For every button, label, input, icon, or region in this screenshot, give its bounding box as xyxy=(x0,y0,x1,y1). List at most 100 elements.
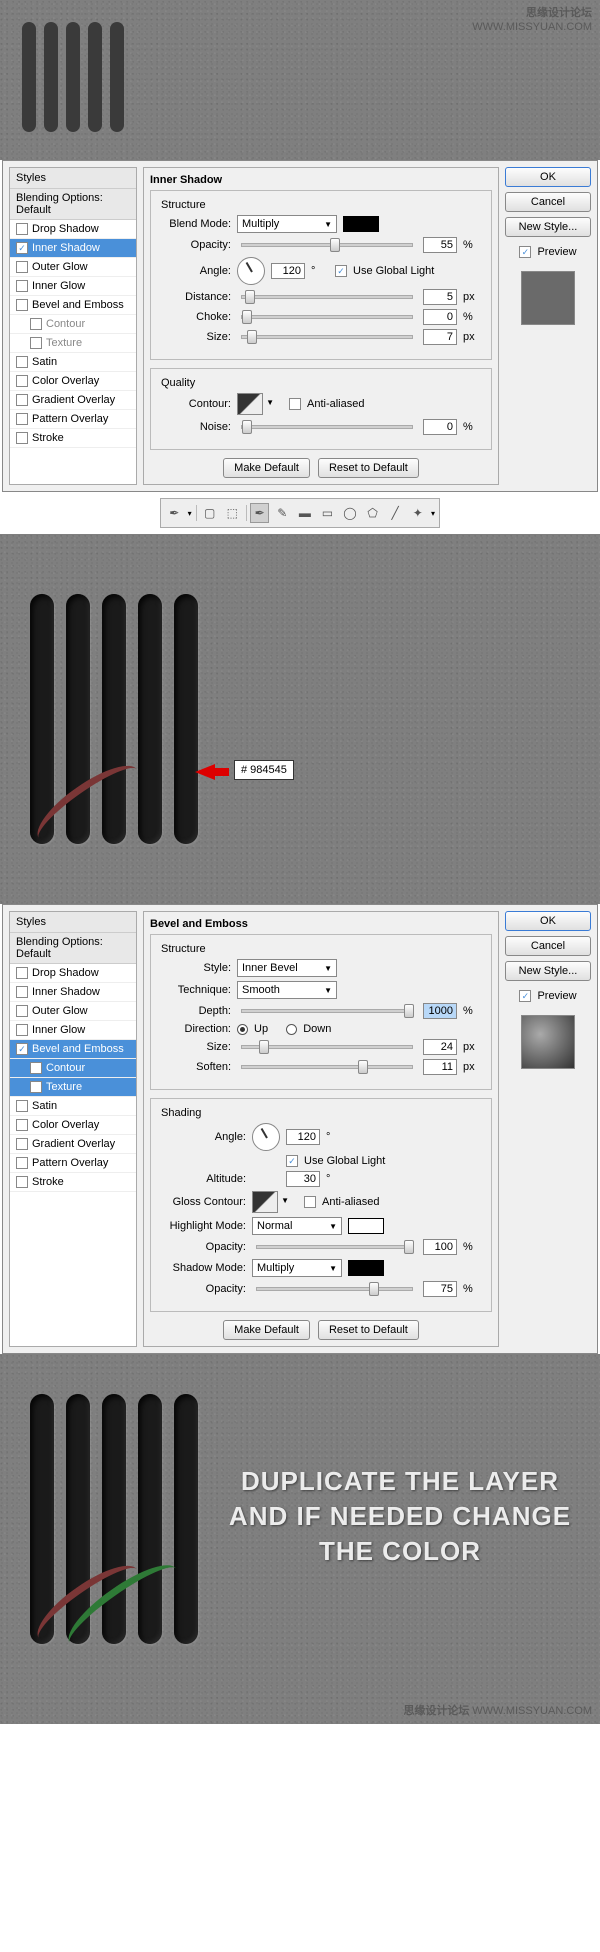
gloss-contour-picker[interactable] xyxy=(252,1191,278,1213)
depth-input[interactable]: 1000 xyxy=(423,1003,457,1019)
pen-tool-icon[interactable]: ✒ xyxy=(165,503,184,523)
cancel-button[interactable]: Cancel xyxy=(505,192,591,212)
size-input[interactable]: 7 xyxy=(423,329,457,345)
cancel-button[interactable]: Cancel xyxy=(505,936,591,956)
style-texture[interactable]: Texture xyxy=(10,1078,136,1097)
sh-opacity-input[interactable]: 75 xyxy=(423,1281,457,1297)
style-outer-glow[interactable]: Outer Glow xyxy=(10,1002,136,1021)
opacity-slider[interactable] xyxy=(241,243,413,247)
hl-opacity-slider[interactable] xyxy=(256,1245,413,1249)
shape-layers-icon[interactable]: ▢ xyxy=(200,503,219,523)
style-color-overlay[interactable]: Color Overlay xyxy=(10,372,136,391)
pen-toolbar: ✒▾ ▢ ⬚ ✒ ✎ ▬ ▭ ◯ ⬠ ╱ ✦▾ xyxy=(160,498,440,528)
blending-options[interactable]: Blending Options: Default xyxy=(10,933,136,964)
style-satin[interactable]: Satin xyxy=(10,1097,136,1116)
distance-input[interactable]: 5 xyxy=(423,289,457,305)
rect-icon[interactable]: ▬ xyxy=(296,503,315,523)
polygon-icon[interactable]: ⬠ xyxy=(363,503,382,523)
instruction-text: DUPLICATE THE LAYER AND IF NEEDED CHANGE… xyxy=(220,1464,580,1569)
style-inner-glow[interactable]: Inner Glow xyxy=(10,277,136,296)
style-contour[interactable]: Contour xyxy=(10,1059,136,1078)
anti-aliased-checkbox[interactable] xyxy=(289,398,301,410)
bevel-global-light-checkbox[interactable] xyxy=(286,1155,298,1167)
preview-thumbnail xyxy=(521,271,575,325)
style-bevel[interactable]: Bevel and Emboss xyxy=(10,1040,136,1059)
make-default-button[interactable]: Make Default xyxy=(223,458,310,478)
new-style-button[interactable]: New Style... xyxy=(505,217,591,237)
highlight-mode-dropdown[interactable]: Normal xyxy=(252,1217,342,1235)
layer-style-dialog-1: Styles Blending Options: Default Drop Sh… xyxy=(2,160,598,492)
highlight-color-swatch[interactable] xyxy=(348,1218,384,1234)
style-drop-shadow[interactable]: Drop Shadow xyxy=(10,964,136,983)
style-drop-shadow[interactable]: Drop Shadow xyxy=(10,220,136,239)
technique-dropdown[interactable]: Smooth xyxy=(237,981,337,999)
style-stroke[interactable]: Stroke xyxy=(10,1173,136,1192)
styles-list: Styles Blending Options: Default Drop Sh… xyxy=(9,167,137,485)
style-outer-glow[interactable]: Outer Glow xyxy=(10,258,136,277)
ok-button[interactable]: OK xyxy=(505,167,591,187)
style-inner-glow[interactable]: Inner Glow xyxy=(10,1021,136,1040)
angle-dial[interactable] xyxy=(237,257,265,285)
choke-slider[interactable] xyxy=(241,315,413,319)
distance-slider[interactable] xyxy=(241,295,413,299)
depth-slider[interactable] xyxy=(241,1009,413,1013)
shadow-mode-dropdown[interactable]: Multiply xyxy=(252,1259,342,1277)
style-texture[interactable]: Texture xyxy=(10,334,136,353)
paths-icon[interactable]: ⬚ xyxy=(223,503,242,523)
ellipse-icon[interactable]: ◯ xyxy=(341,503,360,523)
freeform-pen-icon[interactable]: ✎ xyxy=(273,503,292,523)
shadow-color-swatch[interactable] xyxy=(343,216,379,232)
inner-shadow-settings: Inner Shadow Structure Blend Mode: Multi… xyxy=(143,167,499,485)
global-light-checkbox[interactable] xyxy=(335,265,347,277)
style-inner-shadow[interactable]: Inner Shadow xyxy=(10,239,136,258)
style-color-overlay[interactable]: Color Overlay xyxy=(10,1116,136,1135)
contour-picker[interactable] xyxy=(237,393,263,415)
line-icon[interactable]: ╱ xyxy=(386,503,405,523)
choke-input[interactable]: 0 xyxy=(423,309,457,325)
noise-input[interactable]: 0 xyxy=(423,419,457,435)
style-gradient-overlay[interactable]: Gradient Overlay xyxy=(10,1135,136,1154)
bevel-style-dropdown[interactable]: Inner Bevel xyxy=(237,959,337,977)
pen-icon[interactable]: ✒ xyxy=(250,503,269,523)
bevel-shadow-color-swatch[interactable] xyxy=(348,1260,384,1276)
preview-checkbox[interactable] xyxy=(519,990,531,1002)
styles-header: Styles xyxy=(10,168,136,189)
style-contour[interactable]: Contour xyxy=(10,315,136,334)
style-stroke[interactable]: Stroke xyxy=(10,429,136,448)
ok-button[interactable]: OK xyxy=(505,911,591,931)
new-style-button[interactable]: New Style... xyxy=(505,961,591,981)
custom-shape-icon[interactable]: ✦ xyxy=(408,503,427,523)
size-slider[interactable] xyxy=(241,335,413,339)
direction-up-radio[interactable] xyxy=(237,1024,248,1035)
bevel-anti-aliased-checkbox[interactable] xyxy=(304,1196,316,1208)
bevel-size-slider[interactable] xyxy=(241,1045,413,1049)
hl-opacity-input[interactable]: 100 xyxy=(423,1239,457,1255)
blending-options[interactable]: Blending Options: Default xyxy=(10,189,136,220)
sh-opacity-slider[interactable] xyxy=(256,1287,413,1291)
noise-slider[interactable] xyxy=(241,425,413,429)
bevel-angle-input[interactable]: 120 xyxy=(286,1129,320,1145)
make-default-button[interactable]: Make Default xyxy=(223,1320,310,1340)
reset-default-button[interactable]: Reset to Default xyxy=(318,1320,419,1340)
rounded-rect-icon[interactable]: ▭ xyxy=(318,503,337,523)
soften-slider[interactable] xyxy=(241,1065,413,1069)
angle-input[interactable]: 120 xyxy=(271,263,305,279)
bevel-angle-dial[interactable] xyxy=(252,1123,280,1151)
direction-down-radio[interactable] xyxy=(286,1024,297,1035)
style-pattern-overlay[interactable]: Pattern Overlay xyxy=(10,410,136,429)
reset-default-button[interactable]: Reset to Default xyxy=(318,458,419,478)
dialog-buttons-2: OK Cancel New Style... Preview xyxy=(505,911,591,1347)
preview-checkbox[interactable] xyxy=(519,246,531,258)
bevel-size-input[interactable]: 24 xyxy=(423,1039,457,1055)
altitude-input[interactable]: 30 xyxy=(286,1171,320,1187)
style-gradient-overlay[interactable]: Gradient Overlay xyxy=(10,391,136,410)
soften-input[interactable]: 11 xyxy=(423,1059,457,1075)
blend-mode-dropdown[interactable]: Multiply xyxy=(237,215,337,233)
style-pattern-overlay[interactable]: Pattern Overlay xyxy=(10,1154,136,1173)
style-satin[interactable]: Satin xyxy=(10,353,136,372)
style-inner-shadow[interactable]: Inner Shadow xyxy=(10,983,136,1002)
dialog-buttons: OK Cancel New Style... Preview xyxy=(505,167,591,485)
style-bevel[interactable]: Bevel and Emboss xyxy=(10,296,136,315)
opacity-input[interactable]: 55 xyxy=(423,237,457,253)
preview-section-2: # 984545 xyxy=(0,534,600,904)
